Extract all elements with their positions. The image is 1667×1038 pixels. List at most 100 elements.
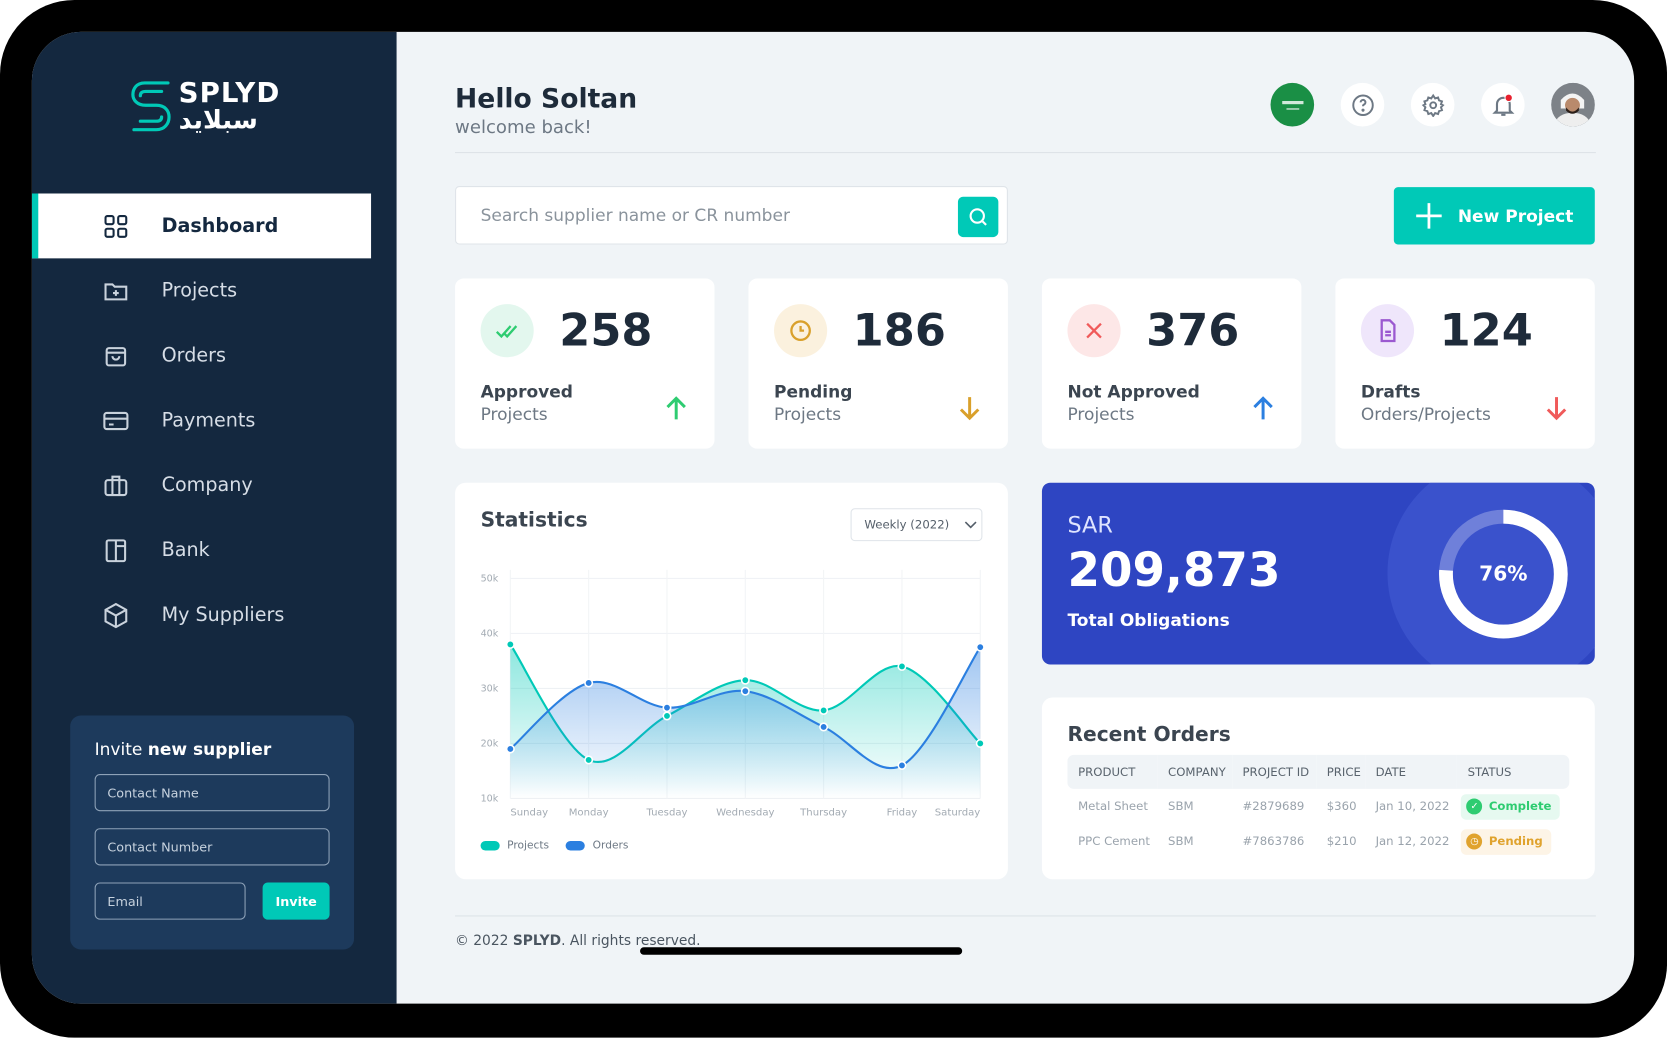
data-point-orders [740,686,750,696]
user-avatar[interactable] [1551,82,1595,127]
contact-number-input[interactable]: Contact Number [94,828,330,866]
recent-orders-title: Recent Orders [1067,722,1231,747]
stat-sublabel: Projects [1067,404,1135,425]
stat-card-approved[interactable]: 258 Approved Projects [455,278,715,449]
obligations-label: Total Obligations [1067,610,1230,631]
stat-sublabel: Orders/Projects [1360,404,1491,425]
stat-card-not-approved[interactable]: 376 Not Approved Projects [1041,278,1302,449]
legend-item-orders[interactable]: Orders [566,840,628,852]
column-header: COMPANY [1157,754,1232,789]
sidebar-item-payments[interactable]: Payments [32,388,371,453]
logo-text-ar: سبلايد [178,105,258,136]
stat-label: Drafts [1360,381,1421,402]
stat-card-drafts[interactable]: 124 Drafts Orders/Projects [1335,278,1595,449]
search-button[interactable] [957,196,999,238]
table-row[interactable]: Metal Sheet SBM #2879689 $360 Jan 10, 2022 ✓ C… [1067,789,1569,824]
legend-swatch [566,840,586,851]
arrow-down-icon [1546,397,1567,421]
cell-product: PPC Cement [1078,834,1151,849]
sidebar-item-label: Bank [161,539,210,562]
avatar-image [1551,82,1595,127]
cell-project-id: #7863786 [1242,834,1305,849]
help-button[interactable] [1340,82,1385,127]
sidebar-item-label: My Suppliers [161,603,285,627]
column-header: PRODUCT [1067,754,1158,789]
logo-text-en: SPLYD [178,77,281,110]
footer-divider [455,915,1596,917]
data-point-orders [975,642,985,652]
data-point-projects [505,639,515,649]
sidebar-item-orders[interactable]: Orders [32,323,371,388]
data-point-orders [897,760,907,770]
stat-card-pending[interactable]: 186 Pending Projects [748,278,1008,449]
legend-swatch [480,840,500,851]
logo: SPLYD سبلايد [130,79,281,134]
stat-label: Pending [774,381,853,402]
sidebar-item-label: Payments [161,409,256,432]
x-tick-label: Wednesday [716,807,774,818]
supplier-search-input[interactable]: Search supplier name or CR number [455,186,1008,245]
stat-value: 376 [1146,304,1240,357]
sidebar-item-bank[interactable]: Bank [32,518,371,583]
stat-label: Not Approved [1067,381,1200,402]
y-tick-label: 20k [481,739,499,750]
data-point-orders [662,703,672,713]
x-tick-label: Saturday [935,807,981,818]
statistics-card: Statistics Weekly (2022) 10k 20k 30k 40k 50k… [455,482,1008,880]
x-tick-label: Tuesday [645,807,687,818]
legend-label: Orders [592,839,629,852]
email-input[interactable]: Email [94,882,246,920]
total-obligations-card: SAR 209,873 Total Obligations 76% [1041,482,1595,665]
table-row[interactable]: PPC Cement SBM #7863786 $210 Jan 12, 2022 ◷ Pe… [1067,824,1569,859]
data-point-projects [662,711,672,721]
statistics-chart: 10k 20k 30k 40k 50k Sunday Monday Tuesday Wednes… [481,569,985,818]
recent-orders-card: Recent Orders PRODUCT COMPANY PROJECT ID PR… [1041,697,1595,880]
obligations-amount: 209,873 [1067,543,1281,598]
data-point-projects [975,738,985,748]
stat-sublabel: Projects [774,404,842,425]
sidebar-nav: Dashboard Projects Orders Payments Company Ba… [31,193,372,648]
y-tick-label: 50k [481,574,499,585]
screen: SPLYD سبلايد Dashboard Projects Orders Paym… [31,31,1635,1004]
stat-icon-wrap [774,304,828,358]
cell-product: Metal Sheet [1078,799,1148,814]
saudi-flag-icon [1281,100,1303,109]
data-point-projects [584,755,594,765]
invite-supplier-panel: Invite new supplier Contact Name Contact… [70,715,355,950]
x-tick-label: Thursday [799,807,847,818]
column-header: STATUS [1456,754,1570,789]
help-icon [1351,94,1374,116]
contact-name-input[interactable]: Contact Name [94,774,330,812]
chart-legend: Projects Orders [480,840,628,852]
data-point-orders [819,722,829,732]
sidebar-item-my-suppliers[interactable]: My Suppliers [32,583,371,648]
sidebar-item-dashboard[interactable]: Dashboard [31,193,372,259]
cell-price: $210 [1326,834,1357,849]
y-tick-label: 40k [481,629,499,640]
settings-button[interactable] [1410,82,1455,127]
sidebar-item-projects[interactable]: Projects [32,258,371,323]
cell-date: Jan 10, 2022 [1375,799,1450,814]
new-project-button[interactable]: New Project [1393,187,1595,245]
sidebar-item-label: Company [161,474,253,497]
plus-icon [1416,203,1442,229]
data-point-projects [897,661,907,671]
column-header: PRICE [1316,754,1365,789]
stat-value: 258 [559,304,653,357]
home-indicator [640,947,963,955]
briefcase-icon [104,475,128,496]
search-icon [969,208,987,226]
data-point-orders [505,744,515,754]
data-point-projects [819,705,829,715]
language-flag-button[interactable] [1270,82,1315,127]
document-icon [1380,319,1396,343]
legend-item-projects[interactable]: Projects [480,840,549,852]
data-point-orders [584,678,594,688]
notifications-button[interactable] [1481,82,1525,127]
bell-icon [1491,93,1514,116]
grid-icon [104,214,128,238]
cell-company: SBM [1168,834,1194,849]
invite-button[interactable]: Invite [262,882,330,920]
stat-sublabel: Projects [480,404,548,425]
sidebar-item-company[interactable]: Company [32,453,371,518]
